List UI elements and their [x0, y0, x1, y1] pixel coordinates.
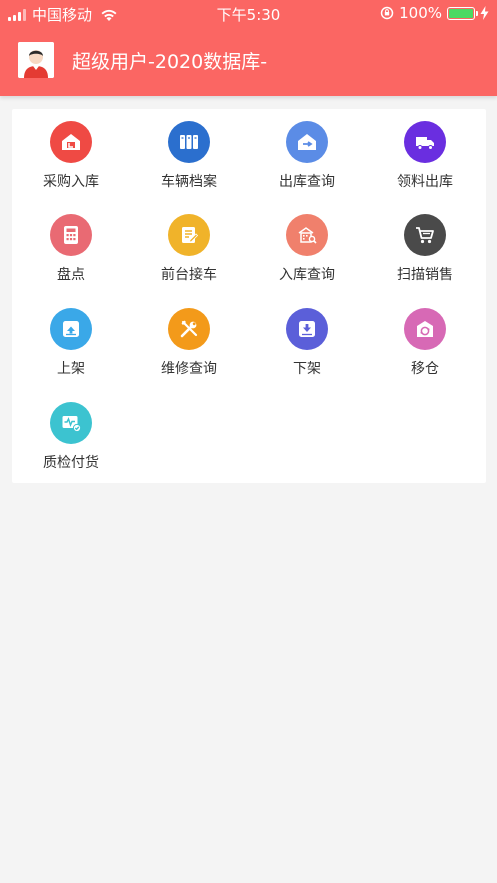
building-search-icon: [286, 214, 328, 256]
status-right: 100%: [380, 4, 489, 22]
grid-label: 下架: [293, 361, 321, 377]
charging-icon: [480, 6, 489, 20]
grid-label: 前台接车: [161, 267, 217, 283]
grid-label: 移仓: [411, 361, 439, 377]
grid-item-vehicle-archive[interactable]: 车辆档案: [130, 109, 248, 199]
grid-item-inbound-query[interactable]: 入库查询: [248, 202, 366, 292]
grid-item-material-outbound[interactable]: 领料出库: [366, 109, 484, 199]
grid-label: 出库查询: [279, 174, 335, 190]
quality-check-icon: [50, 402, 92, 444]
title-row: 超级用户-2020数据库-: [18, 42, 267, 78]
grid-item-repair-query[interactable]: 维修查询: [130, 296, 248, 386]
truck-icon: [404, 121, 446, 163]
grid-label: 盘点: [57, 267, 85, 283]
battery-icon: [447, 6, 478, 20]
status-bar: 中国移动 下午5:30 100%: [0, 0, 497, 26]
grid-label: 质检付货: [43, 455, 99, 471]
warehouse-in-icon: [50, 121, 92, 163]
grid-item-purchase-inbound[interactable]: 采购入库: [12, 109, 130, 199]
grid-label: 入库查询: [279, 267, 335, 283]
grid-label: 上架: [57, 361, 85, 377]
grid-item-inventory-count[interactable]: 盘点: [12, 202, 130, 292]
avatar[interactable]: [18, 42, 54, 78]
cart-icon: [404, 214, 446, 256]
app-header: 中国移动 下午5:30 100% 超级用户-2020数据库-: [0, 0, 497, 96]
grid-label: 维修查询: [161, 361, 217, 377]
grid-item-quality-delivery[interactable]: 质检付货: [12, 390, 130, 480]
note-edit-icon: [168, 214, 210, 256]
grid-label: 采购入库: [43, 174, 99, 190]
outbound-icon: [286, 121, 328, 163]
grid-label: 扫描销售: [397, 267, 453, 283]
rotation-lock-icon: [380, 6, 394, 20]
archive-icon: [168, 121, 210, 163]
move-warehouse-icon: [404, 308, 446, 350]
grid-item-front-desk-reception[interactable]: 前台接车: [130, 202, 248, 292]
tools-icon: [168, 308, 210, 350]
grid-label: 车辆档案: [161, 174, 217, 190]
calculator-icon: [50, 214, 92, 256]
user-avatar-icon: [18, 42, 54, 78]
page-title: 超级用户-2020数据库-: [72, 50, 268, 73]
grid-item-outbound-query[interactable]: 出库查询: [248, 109, 366, 199]
grid-label: 领料出库: [397, 174, 453, 190]
battery-percent: 100%: [399, 4, 442, 22]
grid-item-shelve-down[interactable]: 下架: [248, 296, 366, 386]
grid-item-scan-sales[interactable]: 扫描销售: [366, 202, 484, 292]
grid-item-move-warehouse[interactable]: 移仓: [366, 296, 484, 386]
shelf-down-icon: [286, 308, 328, 350]
shelf-up-icon: [50, 308, 92, 350]
function-grid: 采购入库 车辆档案 出库查询 领料出库 盘点 前台接车 入库查询 扫描销售 上架…: [12, 109, 486, 483]
grid-item-shelve-up[interactable]: 上架: [12, 296, 130, 386]
